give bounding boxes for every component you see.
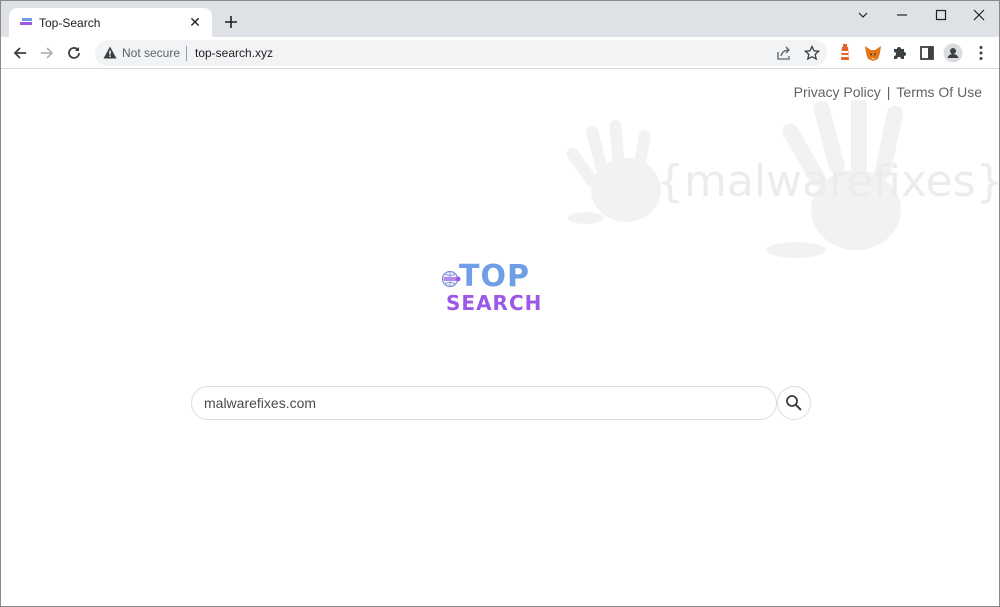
chevron-down-icon [858, 12, 868, 18]
tab-strip: Top-Search ✕ [1, 1, 999, 37]
tab-search-button[interactable] [849, 6, 877, 26]
search-icon [786, 395, 802, 411]
close-tab-icon[interactable]: ✕ [186, 13, 204, 31]
arrow-left-icon [13, 47, 26, 59]
browser-tab[interactable]: Top-Search ✕ [9, 8, 212, 37]
share-icon [777, 46, 790, 60]
close-window-button[interactable] [965, 6, 993, 26]
search-form [191, 386, 811, 420]
back-button[interactable] [9, 42, 31, 64]
bookmark-button[interactable] [803, 44, 821, 62]
extensions-button[interactable] [890, 43, 910, 63]
plus-icon [225, 16, 237, 28]
logo-search-text: SEARCH [446, 291, 543, 315]
search-input[interactable] [191, 386, 777, 420]
arrow-right-icon [41, 47, 54, 59]
reload-icon [68, 47, 80, 59]
profile-avatar-icon [943, 43, 963, 63]
side-panel-icon [920, 46, 934, 60]
globe-icon [441, 270, 461, 288]
malwarefixes-watermark: {malwarefixes} [556, 100, 1000, 260]
warning-triangle-icon [103, 46, 117, 59]
maximize-button[interactable] [927, 6, 955, 26]
new-tab-button[interactable] [221, 12, 241, 32]
lighthouse-extension-icon [841, 44, 849, 60]
page-content: {malwarefixes} Privacy Policy | Terms Of U… [1, 70, 1000, 606]
address-bar[interactable]: Not secure top-search.xyz [95, 40, 827, 66]
minimize-button[interactable] [888, 6, 916, 26]
search-button[interactable] [777, 386, 811, 420]
chrome-menu-button[interactable] [971, 43, 991, 63]
lighthouse-extension-button[interactable] [835, 43, 855, 63]
metamask-extension-button[interactable] [863, 43, 883, 63]
omnibox-separator [186, 46, 187, 61]
puzzle-extensions-icon [894, 47, 906, 59]
tab-title: Top-Search [39, 16, 101, 30]
forward-button[interactable] [36, 42, 58, 64]
watermark-text: {malwarefixes} [656, 156, 1000, 207]
top-search-favicon [20, 18, 32, 25]
link-separator: | [886, 84, 891, 100]
logo-top-text: TOP [459, 259, 530, 294]
footer-links: Privacy Policy | Terms Of Use [794, 84, 982, 100]
share-button[interactable] [775, 44, 793, 62]
maximize-icon [935, 9, 947, 21]
privacy-policy-link[interactable]: Privacy Policy [794, 84, 881, 100]
security-label[interactable]: Not secure [122, 46, 180, 60]
kebab-menu-icon [979, 46, 983, 60]
reload-button[interactable] [63, 42, 85, 64]
profile-button[interactable] [943, 43, 963, 63]
side-panel-button[interactable] [917, 43, 937, 63]
url-text[interactable]: top-search.xyz [195, 46, 273, 60]
close-icon [973, 9, 985, 21]
terms-of-use-link[interactable]: Terms Of Use [896, 84, 982, 100]
star-icon [803, 44, 821, 61]
metamask-fox-icon [865, 46, 881, 61]
top-search-logo: TOP SEARCH [441, 262, 566, 320]
browser-toolbar: Not secure top-search.xyz [1, 37, 999, 69]
minimize-icon [897, 14, 907, 16]
